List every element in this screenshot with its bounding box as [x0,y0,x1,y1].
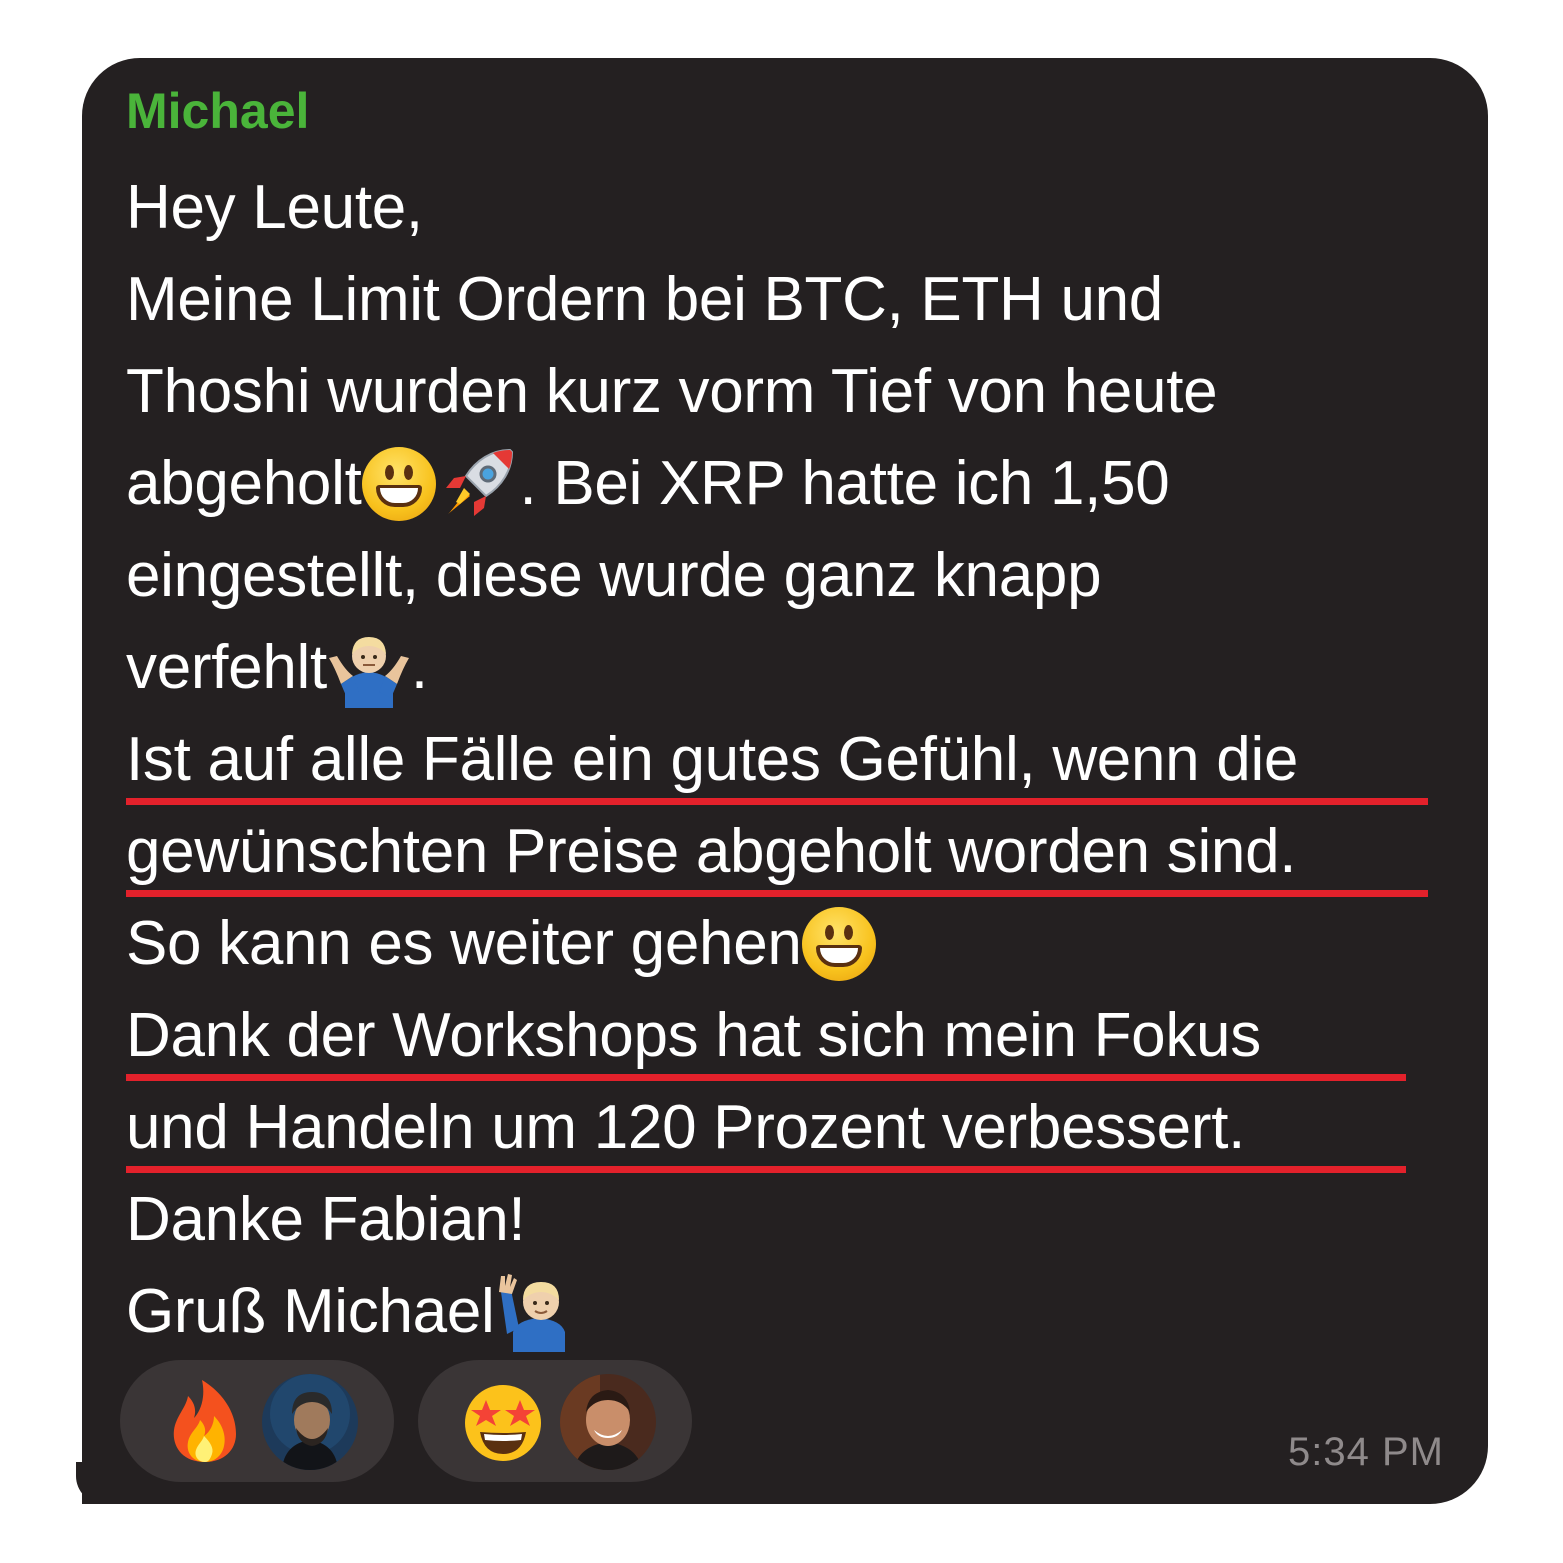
person-raising-hand-icon [495,1272,579,1352]
message-line: Gruß Michael [126,1262,1466,1354]
highlighted-line: und Handeln um 120 Prozent verbessert. [126,1078,1466,1173]
timestamp: 5:34 PM [1288,1430,1444,1474]
grinning-face-icon [801,906,876,981]
message-line: abgeholt . Bei XRP hatte ich 1,50 [126,434,1466,526]
message-text: Hey Leute, Meine Limit Ordern bei BTC, E… [126,158,1466,1354]
avatar[interactable] [262,1374,358,1470]
message-line: Hey Leute, [126,172,423,242]
message-line: Danke Fabian! [126,1184,526,1254]
sender-name[interactable]: Michael [126,82,309,140]
message-line: eingestellt, diese wurde ganz knapp [126,540,1102,610]
highlighted-line: Dank der Workshops hat sich mein Fokus [126,986,1466,1081]
message-line: Meine Limit Ordern bei BTC, ETH und [126,264,1163,334]
person-shrugging-icon [327,628,411,708]
message-line: verfehlt . [126,618,1466,710]
reaction-star-struck[interactable] [418,1360,692,1482]
highlighted-line: gewünschten Preise abgeholt worden sind. [126,802,1466,897]
fire-icon [162,1378,248,1464]
rocket-icon [436,442,520,526]
message-bubble[interactable]: Michael Hey Leute, Meine Limit Ordern be… [82,58,1488,1504]
reaction-fire[interactable] [120,1360,394,1482]
grinning-face-icon [361,446,436,521]
avatar[interactable] [560,1374,656,1470]
highlighted-line: Ist auf alle Fälle ein gutes Gefühl, wen… [126,710,1466,805]
message-line: Thoshi wurden kurz vorm Tief von heute [126,356,1218,426]
star-struck-icon [460,1378,546,1464]
message-line: So kann es weiter gehen [126,894,1466,986]
